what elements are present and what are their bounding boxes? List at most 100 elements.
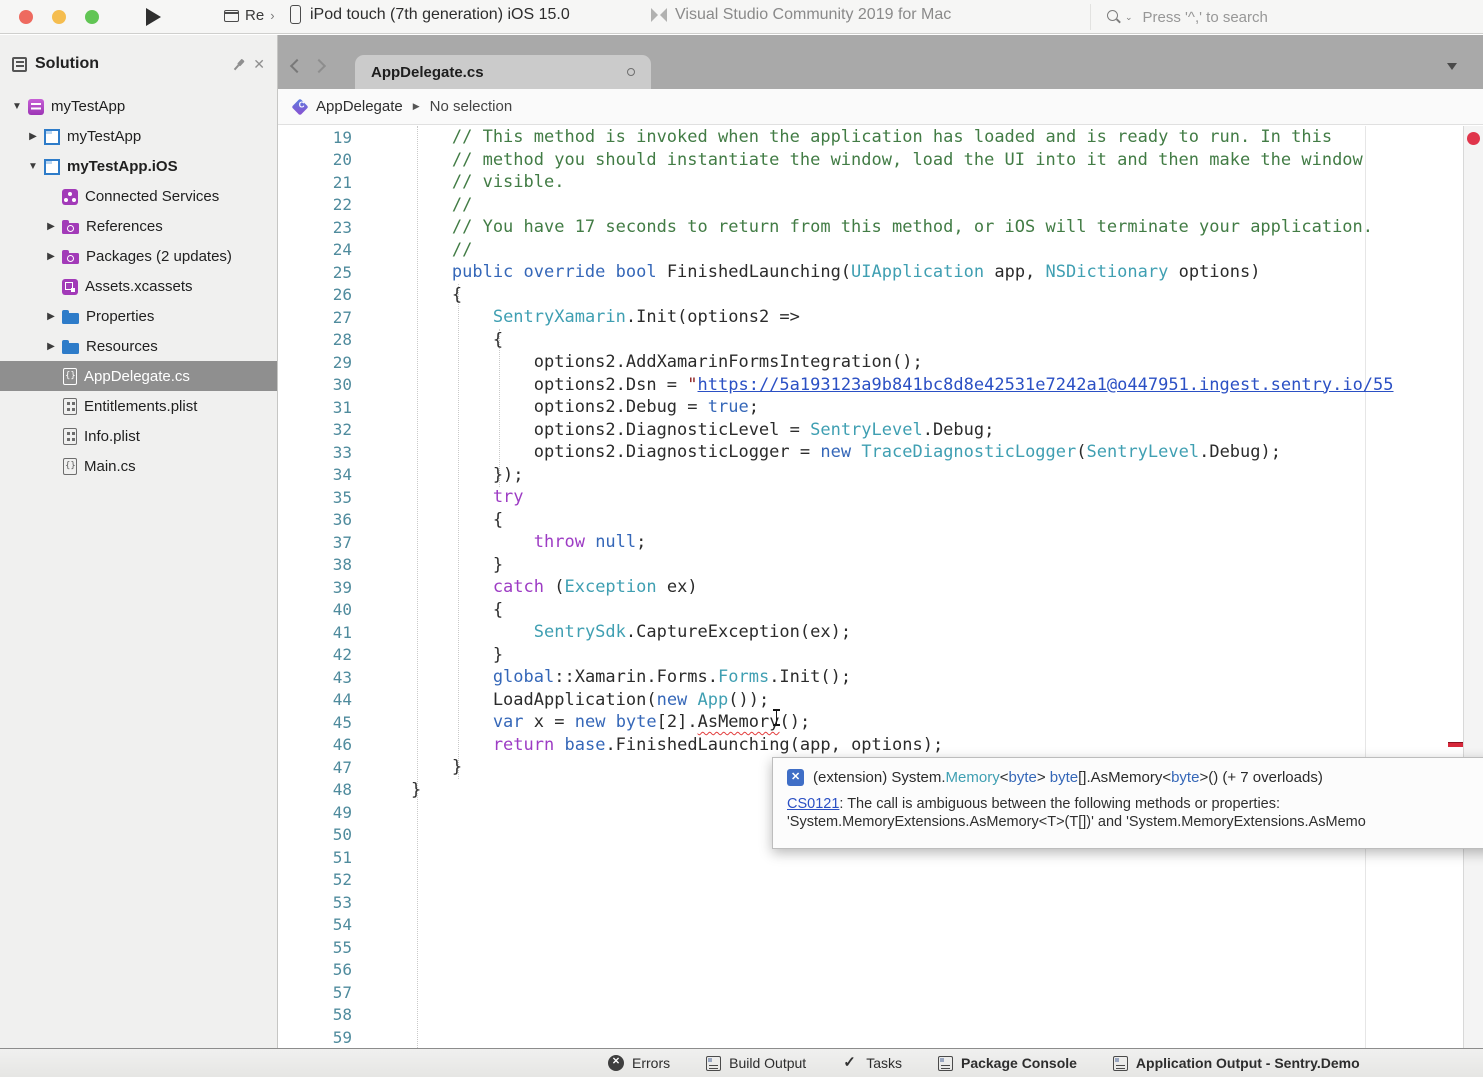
code-line-36[interactable]: 36 { <box>278 509 1483 532</box>
code-line-45[interactable]: 45 var x = new byte[2].AsMemory(); <box>278 711 1483 734</box>
code-line-52[interactable]: 52 <box>278 869 1483 892</box>
line-number: 25 <box>278 263 364 282</box>
code-text: { <box>364 509 503 532</box>
editor-scrollbar[interactable] <box>1463 126 1483 1048</box>
tree-item-assets-xcassets[interactable]: Assets.xcassets <box>0 271 277 301</box>
configuration-icon <box>224 10 239 22</box>
tree-item-connected-services[interactable]: Connected Services <box>0 181 277 211</box>
tree-item-references[interactable]: ▶References <box>0 211 277 241</box>
tab-appdelegate[interactable]: AppDelegate.cs <box>355 55 651 89</box>
error-code-link[interactable]: CS0121 <box>787 796 839 812</box>
tree-item-label: Assets.xcassets <box>85 278 193 295</box>
code-editor[interactable]: 19 // This method is invoked when the ap… <box>278 126 1483 1048</box>
chevron-down-icon[interactable]: ▼ <box>22 161 44 172</box>
close-pad-button[interactable]: ✕ <box>253 57 265 71</box>
line-number: 34 <box>278 465 364 484</box>
tree-item-properties[interactable]: ▶Properties <box>0 301 277 331</box>
chevron-right-icon[interactable]: ▶ <box>40 251 62 262</box>
run-button[interactable] <box>146 8 161 26</box>
tree-item-main-cs[interactable]: Main.cs <box>0 451 277 481</box>
code-line-46[interactable]: 46 return base.FinishedLaunching(app, op… <box>278 734 1483 757</box>
code-line-44[interactable]: 44 LoadApplication(new App()); <box>278 689 1483 712</box>
breadcrumb-class[interactable]: AppDelegate <box>316 98 403 115</box>
code-line-23[interactable]: 23 // You have 17 seconds to return from… <box>278 216 1483 239</box>
pad-button-tasks[interactable]: Tasks <box>842 1055 902 1071</box>
pin-pad-button[interactable] <box>230 55 248 73</box>
search-input[interactable]: ⌄ Press '^,' to search <box>1090 4 1476 30</box>
code-line-57[interactable]: 57 <box>278 981 1483 1004</box>
pad-button-label: Build Output <box>729 1055 806 1071</box>
code-line-53[interactable]: 53 <box>278 891 1483 914</box>
code-line-59[interactable]: 59 <box>278 1026 1483 1048</box>
tree-item-mytestapp-ios[interactable]: ▼myTestApp.iOS <box>0 151 277 181</box>
breadcrumb-selection[interactable]: No selection <box>430 98 513 115</box>
code-line-56[interactable]: 56 <box>278 959 1483 982</box>
code-lines: 19 // This method is invoked when the ap… <box>278 126 1483 1048</box>
code-line-30[interactable]: 30 options2.Dsn = "https://5a193123a9b84… <box>278 374 1483 397</box>
code-line-54[interactable]: 54 <box>278 914 1483 937</box>
code-line-21[interactable]: 21 // visible. <box>278 171 1483 194</box>
tree-item-entitlements-plist[interactable]: Entitlements.plist <box>0 391 277 421</box>
line-number: 52 <box>278 870 364 889</box>
line-number: 54 <box>278 915 364 934</box>
line-number: 42 <box>278 645 364 664</box>
code-line-42[interactable]: 42 } <box>278 644 1483 667</box>
code-line-43[interactable]: 43 global::Xamarin.Forms.Forms.Init(); <box>278 666 1483 689</box>
search-placeholder: Press '^,' to search <box>1143 9 1268 26</box>
pad-button-application-output-sentry-demo[interactable]: Application Output - Sentry.Demo <box>1113 1055 1360 1071</box>
code-line-24[interactable]: 24 // <box>278 239 1483 262</box>
code-line-31[interactable]: 31 options2.Debug = true; <box>278 396 1483 419</box>
code-line-19[interactable]: 19 // This method is invoked when the ap… <box>278 126 1483 149</box>
code-line-33[interactable]: 33 options2.DiagnosticLogger = new Trace… <box>278 441 1483 464</box>
code-line-41[interactable]: 41 SentrySdk.CaptureException(ex); <box>278 621 1483 644</box>
navigate-forward-button[interactable] <box>312 59 326 73</box>
tree-item-packages-2-updates[interactable]: ▶Packages (2 updates) <box>0 241 277 271</box>
code-line-39[interactable]: 39 catch (Exception ex) <box>278 576 1483 599</box>
chevron-right-icon: ▶ <box>413 101 420 112</box>
chevron-down-icon[interactable]: ▼ <box>6 101 28 112</box>
tab-modified-indicator-icon <box>627 68 635 76</box>
code-line-25[interactable]: 25 public override bool FinishedLaunchin… <box>278 261 1483 284</box>
pad-button-package-console[interactable]: Package Console <box>938 1055 1077 1071</box>
window-title-text: Visual Studio Community 2019 for Mac <box>675 6 951 24</box>
code-line-20[interactable]: 20 // method you should instantiate the … <box>278 149 1483 172</box>
line-number: 47 <box>278 758 364 777</box>
tree-item-appdelegate-cs[interactable]: AppDelegate.cs <box>0 361 277 391</box>
navigate-back-button[interactable] <box>290 59 304 73</box>
code-line-38[interactable]: 38 } <box>278 554 1483 577</box>
code-line-37[interactable]: 37 throw null; <box>278 531 1483 554</box>
code-line-55[interactable]: 55 <box>278 936 1483 959</box>
chevron-right-icon: › <box>270 8 274 23</box>
code-line-22[interactable]: 22 // <box>278 194 1483 217</box>
code-line-32[interactable]: 32 options2.DiagnosticLevel = SentryLeve… <box>278 419 1483 442</box>
code-line-28[interactable]: 28 { <box>278 329 1483 352</box>
tree-item-resources[interactable]: ▶Resources <box>0 331 277 361</box>
pad-button-errors[interactable]: Errors <box>608 1055 670 1071</box>
solution-icon <box>28 99 44 115</box>
chevron-right-icon[interactable]: ▶ <box>40 311 62 322</box>
tree-item-mytestapp[interactable]: ▼myTestApp <box>0 91 277 121</box>
code-line-26[interactable]: 26 { <box>278 284 1483 307</box>
tree-item-info-plist[interactable]: Info.plist <box>0 421 277 451</box>
device-selector[interactable]: iPod touch (7th generation) iOS 15.0 <box>290 5 570 24</box>
tree-item-mytestapp[interactable]: ▶myTestApp <box>0 121 277 151</box>
code-line-58[interactable]: 58 <box>278 1004 1483 1027</box>
code-line-35[interactable]: 35 try <box>278 486 1483 509</box>
code-line-51[interactable]: 51 <box>278 846 1483 869</box>
code-line-40[interactable]: 40 { <box>278 599 1483 622</box>
code-line-34[interactable]: 34 }); <box>278 464 1483 487</box>
build-configuration-selector[interactable]: Re › <box>224 7 275 24</box>
line-number: 55 <box>278 938 364 957</box>
chevron-right-icon[interactable]: ▶ <box>22 131 44 142</box>
minimize-window-button[interactable] <box>52 10 66 24</box>
close-window-button[interactable] <box>19 10 33 24</box>
tab-overflow-dropdown[interactable] <box>1447 63 1457 70</box>
zoom-window-button[interactable] <box>85 10 99 24</box>
pad-button-build-output[interactable]: Build Output <box>706 1055 806 1071</box>
chevron-right-icon[interactable]: ▶ <box>40 341 62 352</box>
code-line-27[interactable]: 27 SentryXamarin.Init(options2 => <box>278 306 1483 329</box>
code-line-29[interactable]: 29 options2.AddXamarinFormsIntegration()… <box>278 351 1483 374</box>
line-number: 44 <box>278 690 364 709</box>
chevron-right-icon[interactable]: ▶ <box>40 221 62 232</box>
project-icon <box>44 129 60 145</box>
